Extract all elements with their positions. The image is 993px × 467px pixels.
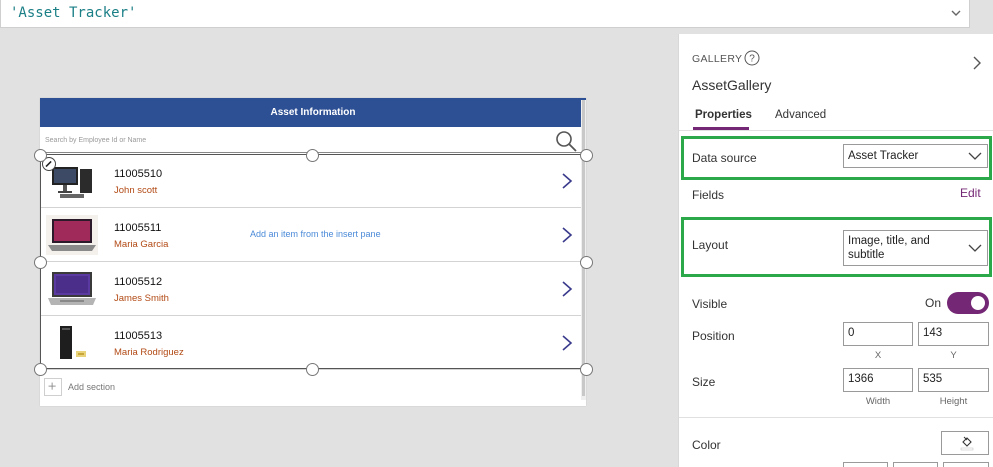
y-caption: Y bbox=[950, 350, 957, 361]
paint-bucket-icon bbox=[960, 436, 974, 451]
item-subtitle: Maria Rodriguez bbox=[114, 347, 184, 358]
chevron-down-icon[interactable] bbox=[949, 6, 963, 20]
divider bbox=[679, 417, 993, 418]
help-icon[interactable]: ? bbox=[744, 50, 760, 66]
laptop-silver-image bbox=[48, 272, 96, 305]
app-header-title: Asset Information bbox=[40, 98, 586, 127]
gallery-item[interactable]: 11005512 James Smith bbox=[40, 262, 581, 316]
edit-fields-link[interactable]: Edit bbox=[960, 186, 981, 200]
layout-dropdown[interactable]: Image, title, and subtitle bbox=[843, 230, 988, 266]
layout-value-line2: subtitle bbox=[848, 249, 885, 261]
partial-input[interactable] bbox=[943, 462, 989, 467]
position-label: Position bbox=[692, 329, 735, 343]
item-title: 11005511 bbox=[114, 222, 162, 234]
resize-handle-bottom-right[interactable] bbox=[580, 363, 593, 376]
control-type-label: GALLERY bbox=[692, 53, 743, 65]
empty-gallery-message: Add an item from the insert pane bbox=[250, 229, 381, 239]
item-title: 11005512 bbox=[114, 276, 163, 288]
partial-input[interactable] bbox=[843, 462, 888, 467]
data-source-value: Asset Tracker bbox=[848, 150, 919, 162]
item-title: 11005510 bbox=[114, 168, 163, 180]
visible-label: Visible bbox=[692, 297, 728, 311]
fields-label: Fields bbox=[692, 188, 725, 202]
resize-handle-right[interactable] bbox=[580, 256, 593, 269]
item-subtitle: James Smith bbox=[114, 293, 169, 304]
x-caption: X bbox=[874, 350, 882, 361]
partial-input[interactable] bbox=[893, 462, 938, 467]
asset-gallery[interactable]: 11005510 John scott 11005511 Maria Garci… bbox=[40, 154, 581, 370]
size-label: Size bbox=[692, 375, 716, 389]
formula-bar[interactable]: 'Asset Tracker' bbox=[0, 0, 970, 28]
color-label: Color bbox=[692, 438, 721, 452]
chevron-right-icon[interactable] bbox=[561, 226, 573, 244]
tower-pc-image bbox=[60, 326, 86, 359]
position-y-input[interactable]: 143 bbox=[918, 322, 989, 346]
position-x-input[interactable]: 0 bbox=[843, 322, 913, 346]
toggle-knob bbox=[971, 296, 985, 310]
app-scrollbar[interactable] bbox=[581, 100, 586, 400]
layout-value-line1: Image, title, and bbox=[848, 235, 930, 247]
resize-handle-left[interactable] bbox=[34, 256, 47, 269]
size-width-input[interactable]: 1366 bbox=[843, 368, 913, 392]
search-placeholder[interactable]: Search by Employee Id or Name bbox=[45, 137, 146, 144]
chevron-right-icon[interactable] bbox=[561, 280, 573, 298]
size-height-input[interactable]: 535 bbox=[918, 368, 989, 392]
chevron-down-icon bbox=[968, 244, 982, 252]
resize-handle-bottom[interactable] bbox=[306, 363, 319, 376]
plus-icon[interactable] bbox=[44, 378, 62, 396]
control-name[interactable]: AssetGallery bbox=[692, 77, 771, 93]
chevron-right-icon[interactable] bbox=[561, 172, 573, 190]
layout-label: Layout bbox=[692, 238, 729, 252]
tab-advanced[interactable]: Advanced bbox=[775, 109, 826, 121]
resize-handle-bottom-left[interactable] bbox=[34, 363, 47, 376]
gallery-item[interactable]: 11005511 Maria Garcia Add an item from t… bbox=[40, 208, 581, 262]
gallery-item[interactable]: 11005510 John scott bbox=[40, 154, 581, 208]
data-source-label: Data source bbox=[692, 151, 757, 165]
divider bbox=[679, 130, 993, 131]
height-caption: Height bbox=[939, 396, 968, 407]
visible-state: On bbox=[925, 296, 942, 310]
properties-panel: GALLERY ? AssetGallery Properties Advanc… bbox=[678, 34, 993, 467]
width-caption: Width bbox=[865, 396, 891, 407]
visible-toggle[interactable] bbox=[947, 292, 989, 314]
search-icon[interactable] bbox=[554, 130, 578, 152]
add-section-label: Add section bbox=[68, 382, 116, 392]
laptop-red-image bbox=[46, 215, 98, 255]
resize-handle-top[interactable] bbox=[306, 149, 319, 162]
resize-handle-top-left[interactable] bbox=[34, 149, 47, 162]
svg-text:?: ? bbox=[749, 54, 755, 65]
data-source-dropdown[interactable]: Asset Tracker bbox=[843, 144, 988, 168]
chevron-right-icon[interactable] bbox=[561, 334, 573, 352]
item-title: 11005513 bbox=[114, 330, 163, 342]
chevron-down-icon bbox=[968, 152, 982, 160]
gallery-item[interactable]: 11005513 Maria Rodriguez bbox=[40, 316, 581, 370]
color-picker[interactable] bbox=[941, 431, 989, 455]
app-screen: Asset Information Search by Employee Id … bbox=[40, 98, 586, 406]
scrollbar-thumb[interactable] bbox=[582, 100, 585, 396]
tab-properties[interactable]: Properties bbox=[695, 109, 752, 121]
resize-handle-top-right[interactable] bbox=[580, 149, 593, 162]
formula-input[interactable]: 'Asset Tracker' bbox=[10, 5, 136, 21]
item-subtitle: Maria Garcia bbox=[114, 239, 169, 250]
chevron-right-icon[interactable] bbox=[972, 55, 982, 71]
item-subtitle: John scott bbox=[114, 185, 158, 196]
